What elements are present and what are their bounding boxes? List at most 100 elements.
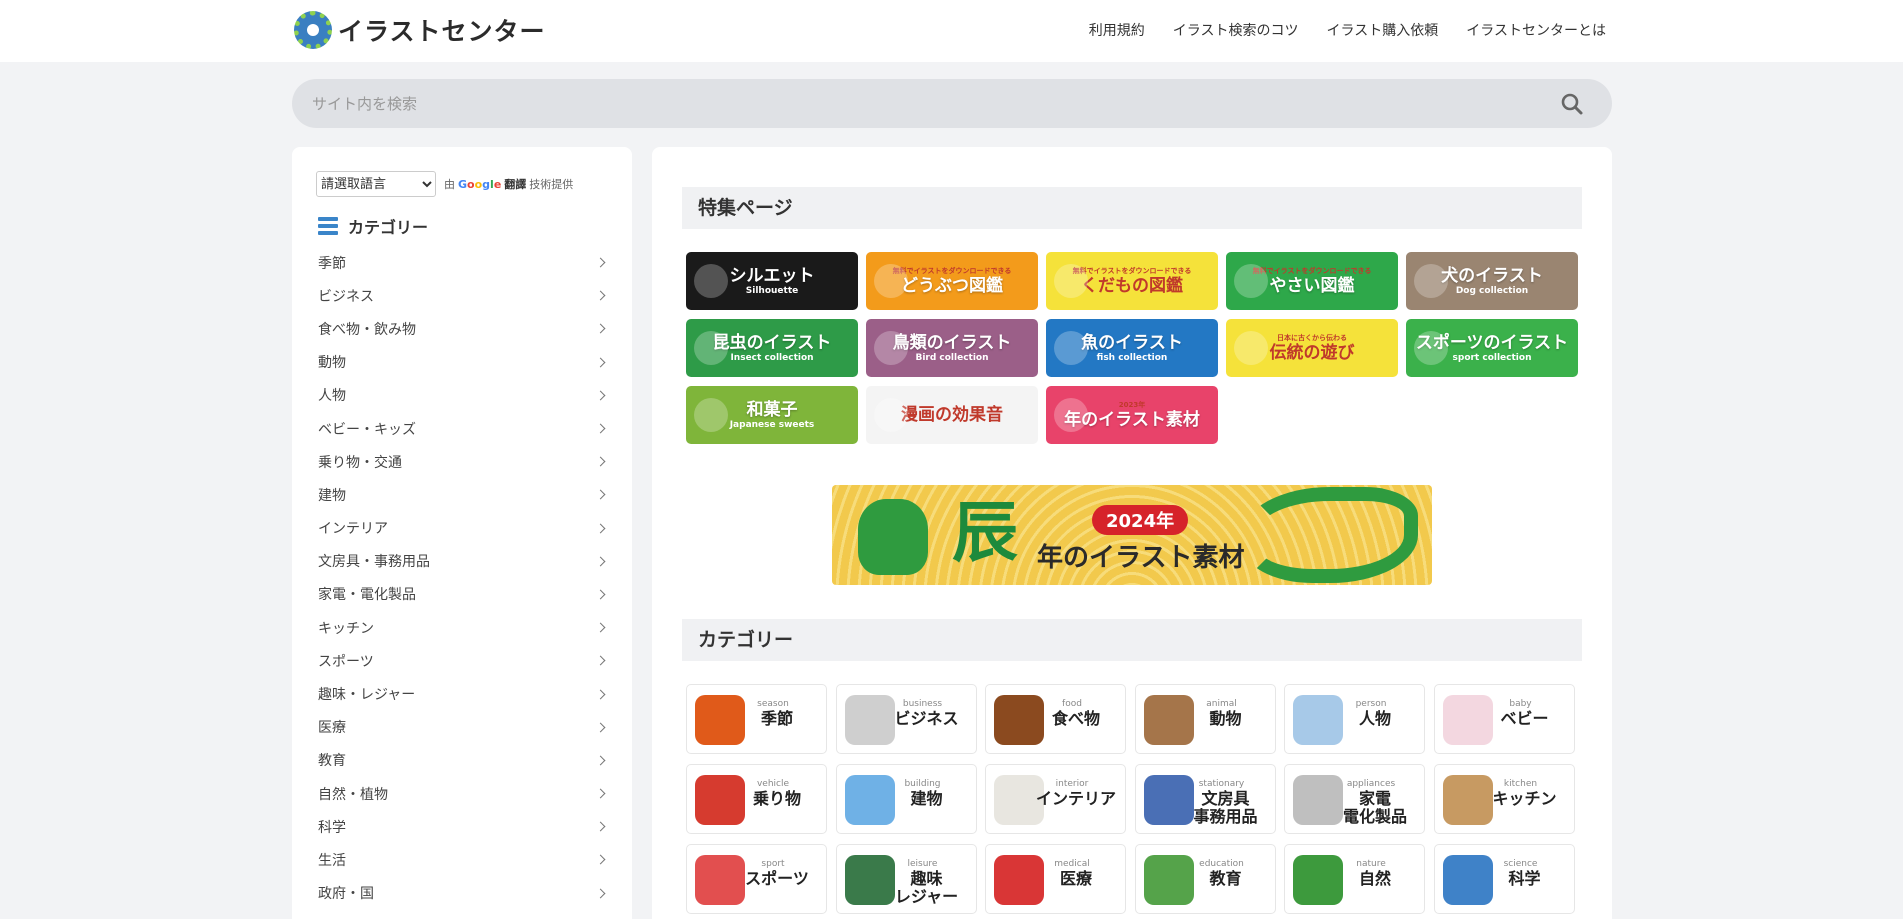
chevron-right-icon	[595, 888, 606, 899]
logo-text: イラストセンター	[338, 17, 546, 46]
category-card-business[interactable]: business ビジネス	[835, 684, 977, 754]
category-card-vehicle[interactable]: vehicle 乗り物	[686, 764, 827, 834]
featured-tile-subtitle: Japanese sweets	[729, 420, 815, 430]
sidebar-category-label: 科学	[318, 819, 346, 836]
featured-tile[interactable]: 2023年 年のイラスト素材	[1046, 386, 1218, 444]
featured-tile-title: 昆虫のイラスト	[712, 333, 832, 353]
category-card-sport[interactable]: sport スポーツ	[686, 844, 827, 914]
category-card-stationary[interactable]: stationary 文房具 事務用品	[1134, 764, 1276, 834]
sidebar-category-label: 文房具・事務用品	[318, 554, 430, 571]
sidebar-category-item[interactable]: 自然・植物	[318, 777, 610, 810]
category-card-animal[interactable]: animal 動物	[1134, 684, 1276, 754]
category-card-medical[interactable]: medical 医療	[985, 844, 1126, 914]
nav-about-link[interactable]: イラストセンターとは	[1466, 20, 1606, 40]
sidebar-category-item[interactable]: キッチン	[318, 611, 610, 644]
featured-tile[interactable]: 漫画の効果音	[866, 386, 1038, 444]
dragon-illustration-left	[858, 499, 928, 575]
category-card-nature[interactable]: nature 自然	[1284, 844, 1425, 914]
banner-kanji: 辰	[952, 494, 1018, 571]
category-card-baby[interactable]: baby ベビー	[1433, 684, 1575, 754]
featured-tile[interactable]: 犬のイラスト Dog collection	[1406, 252, 1578, 310]
sidebar-category-item[interactable]: 人物	[318, 379, 610, 412]
sidebar-category-item[interactable]: ベビー・キッズ	[318, 412, 610, 445]
language-select[interactable]: 請選取語言	[316, 171, 436, 197]
chevron-right-icon	[595, 655, 606, 666]
featured-tile-title: 鳥類のイラスト	[892, 333, 1012, 353]
featured-tile-tagline: 日本に古くから伝わる	[1277, 334, 1347, 342]
category-card-japanese-label: 乗り物	[752, 789, 801, 808]
featured-tile[interactable]: 無料でイラストをダウンロードできる やさい図鑑	[1226, 252, 1398, 310]
featured-tile[interactable]: シルエット Silhouette	[686, 252, 858, 310]
category-card-japanese-label: 自然	[1358, 869, 1391, 888]
search-input[interactable]	[312, 91, 1512, 116]
featured-tile-tagline: 2023年	[1118, 401, 1146, 409]
nav-search-tips-link[interactable]: イラスト検索のコツ	[1173, 20, 1299, 40]
category-card-building[interactable]: building 建物	[835, 764, 977, 834]
sidebar-category-item[interactable]: 季節	[318, 246, 610, 279]
featured-tile-title: 漫画の効果音	[901, 405, 1003, 425]
chevron-right-icon	[595, 622, 606, 633]
translate-link[interactable]: 翻譯	[504, 176, 526, 192]
sidebar-category-item[interactable]: 趣味・レジャー	[318, 677, 610, 710]
dragon-year-banner[interactable]: 辰 2024年 年のイラスト素材	[832, 485, 1432, 585]
sidebar-category-item[interactable]: 医療	[318, 711, 610, 744]
category-card-leisure[interactable]: leisure 趣味 レジャー	[835, 844, 977, 914]
featured-tile-illustration-icon	[1054, 398, 1088, 432]
category-card-japanese-label: 建物	[910, 789, 943, 808]
sidebar-category-label: キッチン	[318, 620, 374, 637]
featured-tile-subtitle: Dog collection	[1455, 286, 1529, 296]
sidebar-category-item[interactable]: 教育	[318, 744, 610, 777]
featured-tile-subtitle: fish collection	[1096, 353, 1168, 363]
sidebar-category-label: 季節	[318, 255, 346, 272]
chevron-right-icon	[595, 489, 606, 500]
category-card-japanese-label: 季節	[760, 709, 793, 728]
category-card-food[interactable]: food 食べ物	[985, 684, 1126, 754]
category-card-education[interactable]: education 教育	[1134, 844, 1276, 914]
sidebar-category-label: 教育	[318, 753, 346, 770]
dragon-illustration-right	[1242, 487, 1418, 583]
sidebar-category-label: インテリア	[318, 521, 388, 538]
sidebar-category-item[interactable]: 生活	[318, 843, 610, 876]
sidebar-category-item[interactable]: 文房具・事務用品	[318, 545, 610, 578]
chevron-right-icon	[595, 722, 606, 733]
nav-terms-link[interactable]: 利用規約	[1089, 20, 1145, 40]
search-icon[interactable]	[1560, 92, 1584, 116]
sidebar-category-list: 季節ビジネス 食べ物・飲み物 動物 人物 ベビー・キッズ 乗り物・交通 建物インテリア文房具…	[318, 246, 610, 910]
sidebar-category-item[interactable]: 食べ物・飲み物	[318, 312, 610, 345]
featured-tile[interactable]: 無料でイラストをダウンロードできる どうぶつ図鑑	[866, 252, 1038, 310]
featured-tile[interactable]: 和菓子 Japanese sweets	[686, 386, 858, 444]
sidebar-category-item[interactable]: 政府・国	[318, 877, 610, 910]
chevron-right-icon	[595, 689, 606, 699]
sidebar-category-item[interactable]: スポーツ	[318, 644, 610, 677]
sidebar-category-item[interactable]: 動物	[318, 346, 610, 379]
featured-tile[interactable]: 日本に古くから伝わる 伝統の遊び	[1226, 319, 1398, 377]
sidebar-category-item[interactable]: 建物	[318, 478, 610, 511]
sidebar-category-item[interactable]: ビジネス	[318, 279, 610, 312]
category-card-science[interactable]: science 科学	[1433, 844, 1575, 914]
category-card-kitchen[interactable]: kitchen キッチン	[1433, 764, 1575, 834]
category-card-english-label: science	[1503, 859, 1538, 869]
category-card-english-label: education	[1199, 859, 1244, 869]
chevron-right-icon	[595, 390, 606, 401]
nav-purchase-request-link[interactable]: イラスト購入依頼	[1327, 20, 1439, 40]
category-card-english-label: person	[1355, 699, 1387, 709]
featured-tile[interactable]: 魚のイラスト fish collection	[1046, 319, 1218, 377]
category-card-interior[interactable]: interior インテリア	[985, 764, 1126, 834]
sidebar-category-label: 趣味・レジャー	[318, 687, 416, 704]
site-logo[interactable]: イラストセンター	[292, 8, 546, 52]
category-card-person[interactable]: person 人物	[1284, 684, 1425, 754]
category-card-appliances[interactable]: appliances 家電 電化製品	[1284, 764, 1425, 834]
featured-tile[interactable]: 昆虫のイラスト Insect collection	[686, 319, 858, 377]
featured-tile[interactable]: 鳥類のイラスト Bird collection	[866, 319, 1038, 377]
category-card-season[interactable]: season 季節	[686, 684, 827, 754]
featured-tile[interactable]: スポーツのイラスト sport collection	[1406, 319, 1578, 377]
sidebar-category-item[interactable]: インテリア	[318, 512, 610, 545]
sidebar-category-item[interactable]: 家電・電化製品	[318, 578, 610, 611]
featured-tile[interactable]: 無料でイラストをダウンロードできる くだもの図鑑	[1046, 252, 1218, 310]
category-card-japanese-label: ビジネス	[894, 709, 959, 728]
category-section-title: カテゴリー	[682, 619, 1582, 661]
sidebar-category-item[interactable]: 科学	[318, 810, 610, 843]
category-card-japanese-label: 科学	[1508, 869, 1541, 888]
sidebar-category-item[interactable]: 乗り物・交通	[318, 445, 610, 478]
chevron-right-icon	[595, 290, 606, 301]
